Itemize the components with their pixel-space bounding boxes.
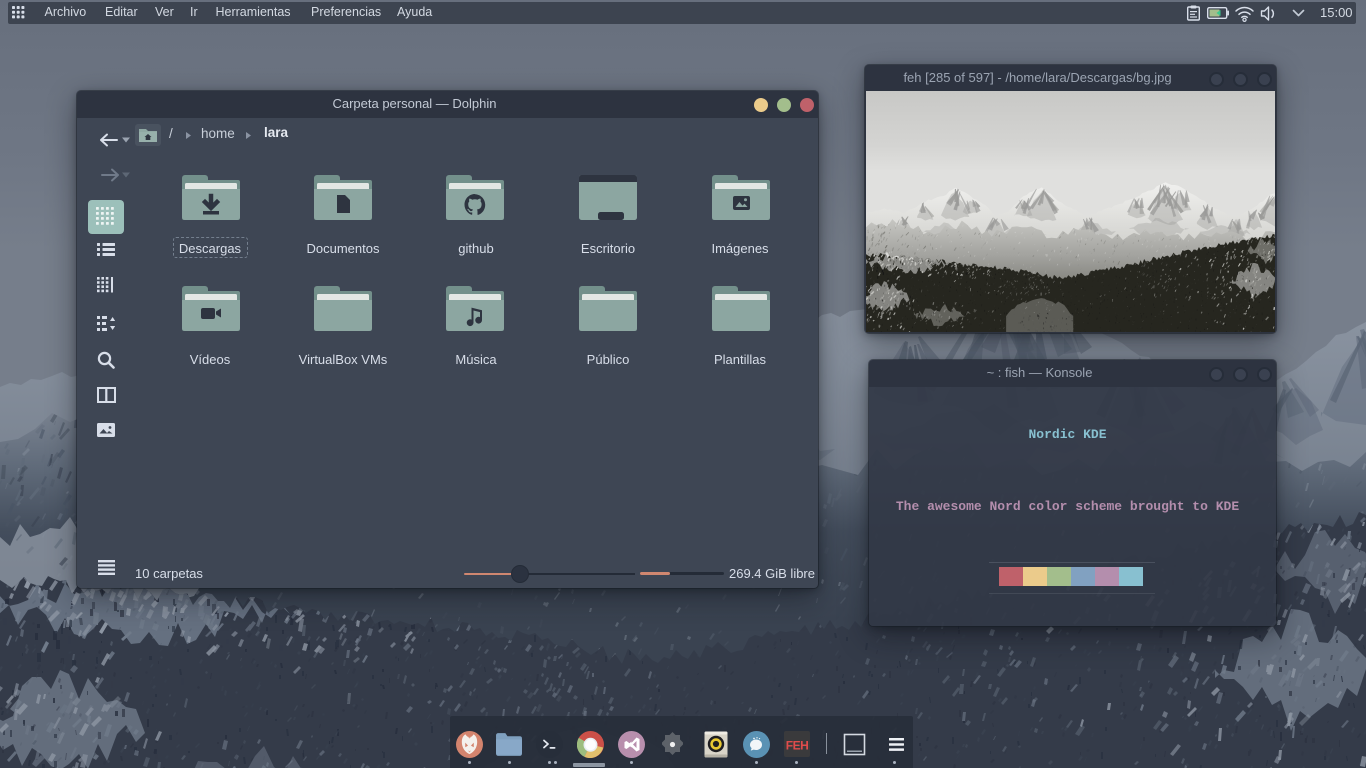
svg-text:FEH: FEH [785, 739, 808, 753]
